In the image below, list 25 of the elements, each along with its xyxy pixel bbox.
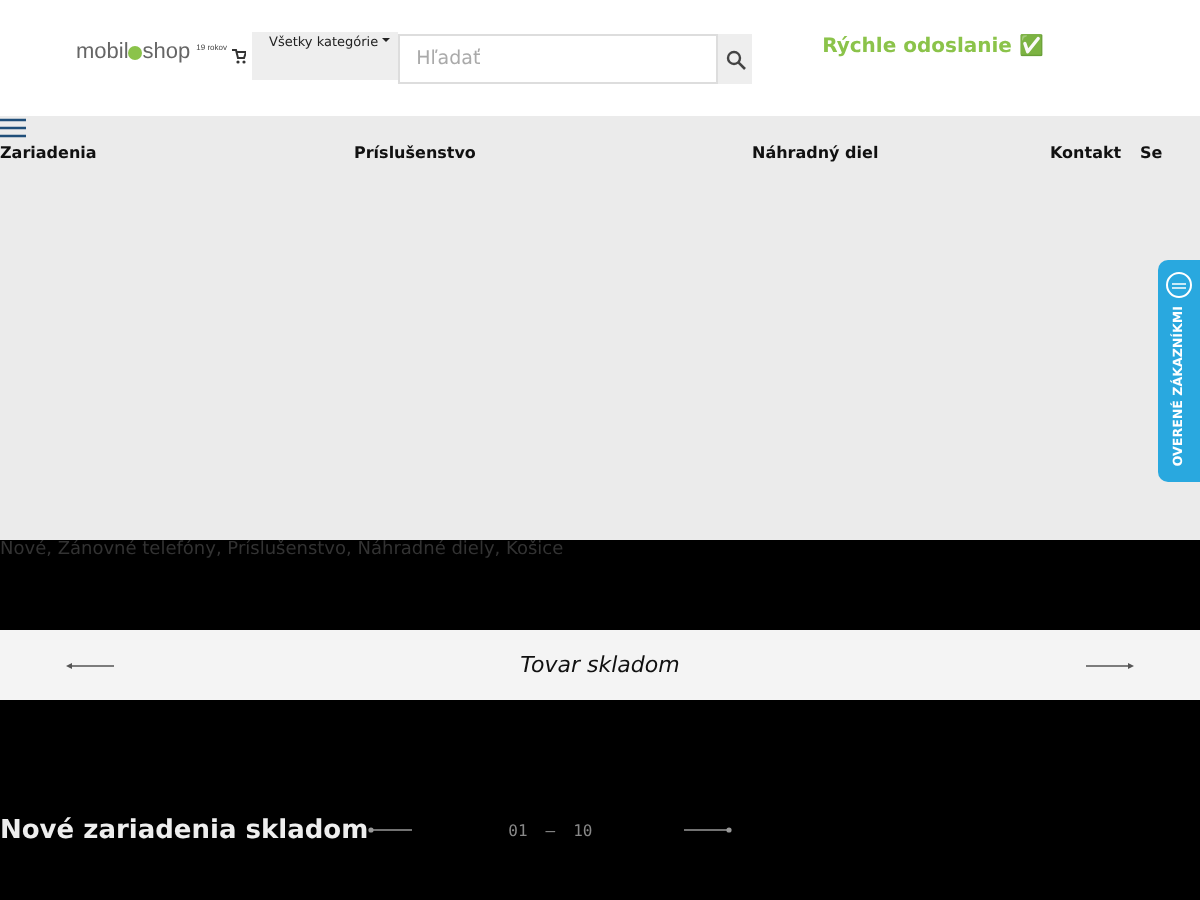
search-button[interactable] (718, 34, 753, 84)
slide-counter: 01 (508, 821, 528, 839)
caret-icon (382, 34, 391, 46)
logo-text: shop (142, 39, 191, 63)
slide-total: 10 (573, 821, 593, 839)
arrow-left-icon[interactable] (368, 826, 413, 834)
nav-link[interactable]: Se (1140, 143, 1163, 161)
ticker-text: Tovar skladom (520, 652, 680, 678)
arrow-right-icon[interactable] (1086, 661, 1134, 669)
nav-link[interactable]: Zariadenia (0, 143, 97, 161)
arrow-right-icon[interactable] (684, 826, 733, 834)
logo-text: mobil (76, 39, 129, 63)
promo-text: Rýchle odoslanie ✅ (822, 34, 1043, 58)
nav-link[interactable]: Náhradný diel (752, 143, 879, 161)
badge-icon (1166, 272, 1192, 298)
section-title: Nové zariadenia skladom (0, 815, 369, 845)
arrow-left-icon[interactable] (66, 661, 114, 669)
menu-icon[interactable] (0, 116, 26, 138)
search-field[interactable]: Hľadať (398, 34, 719, 84)
cart-icon[interactable] (231, 48, 245, 64)
counter-separator: — (545, 821, 556, 839)
nav-link[interactable]: Príslušenstvo (354, 143, 476, 161)
search-icon (725, 49, 746, 69)
nav-link[interactable]: Kontakt (1050, 143, 1122, 161)
dot-icon (128, 45, 143, 59)
